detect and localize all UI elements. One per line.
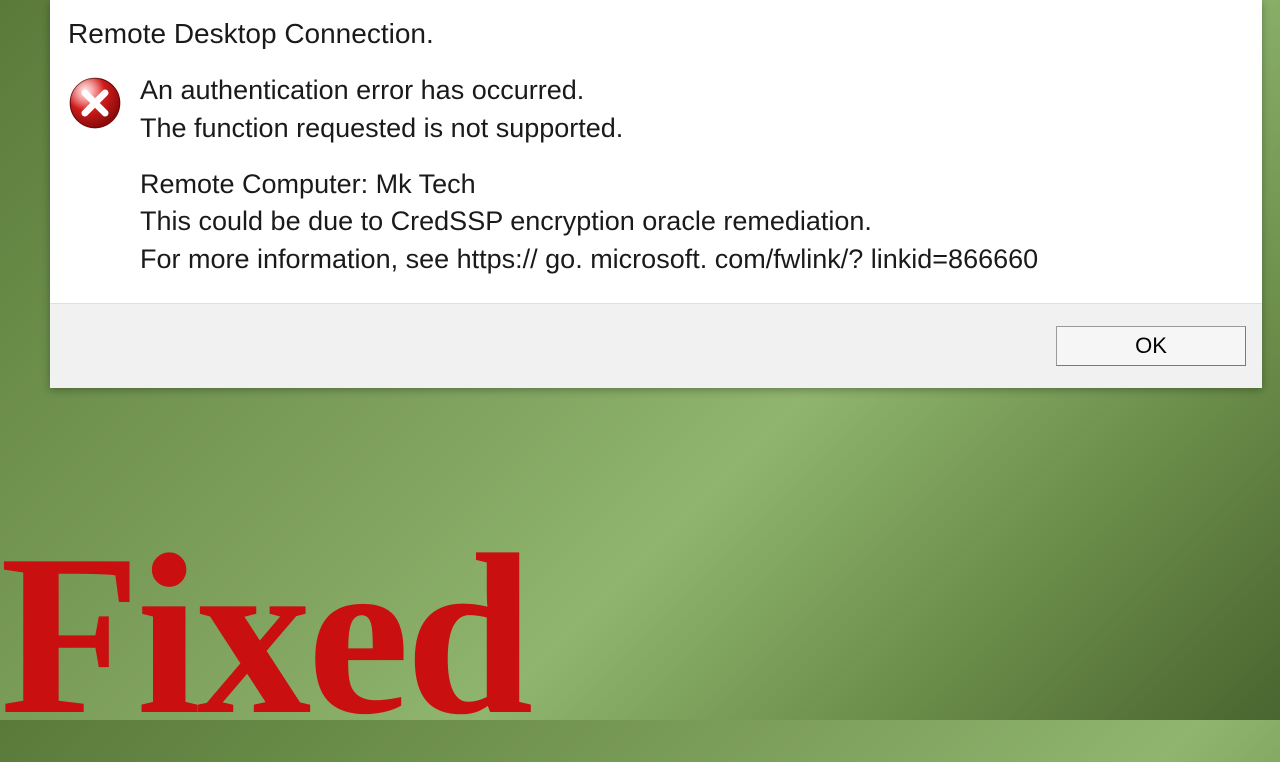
error-dialog: Remote Desktop Connection. [50,0,1262,388]
error-icon [68,76,122,130]
ok-button[interactable]: OK [1056,326,1246,366]
dialog-title: Remote Desktop Connection. [50,0,1262,62]
error-icon-wrap [68,72,122,279]
fixed-overlay-text: Fixed [0,520,529,750]
dialog-footer: OK [50,303,1262,388]
msg-line-2: The function requested is not supported. [140,110,1244,148]
msg-line-1: An authentication error has occurred. [140,72,1244,110]
msg-line-4: This could be due to CredSSP encryption … [140,203,1244,241]
dialog-message: An authentication error has occurred. Th… [140,72,1244,279]
msg-line-3: Remote Computer: Mk Tech [140,166,1244,204]
msg-line-5: For more information, see https:// go. m… [140,241,1244,279]
dialog-body: An authentication error has occurred. Th… [50,62,1262,303]
